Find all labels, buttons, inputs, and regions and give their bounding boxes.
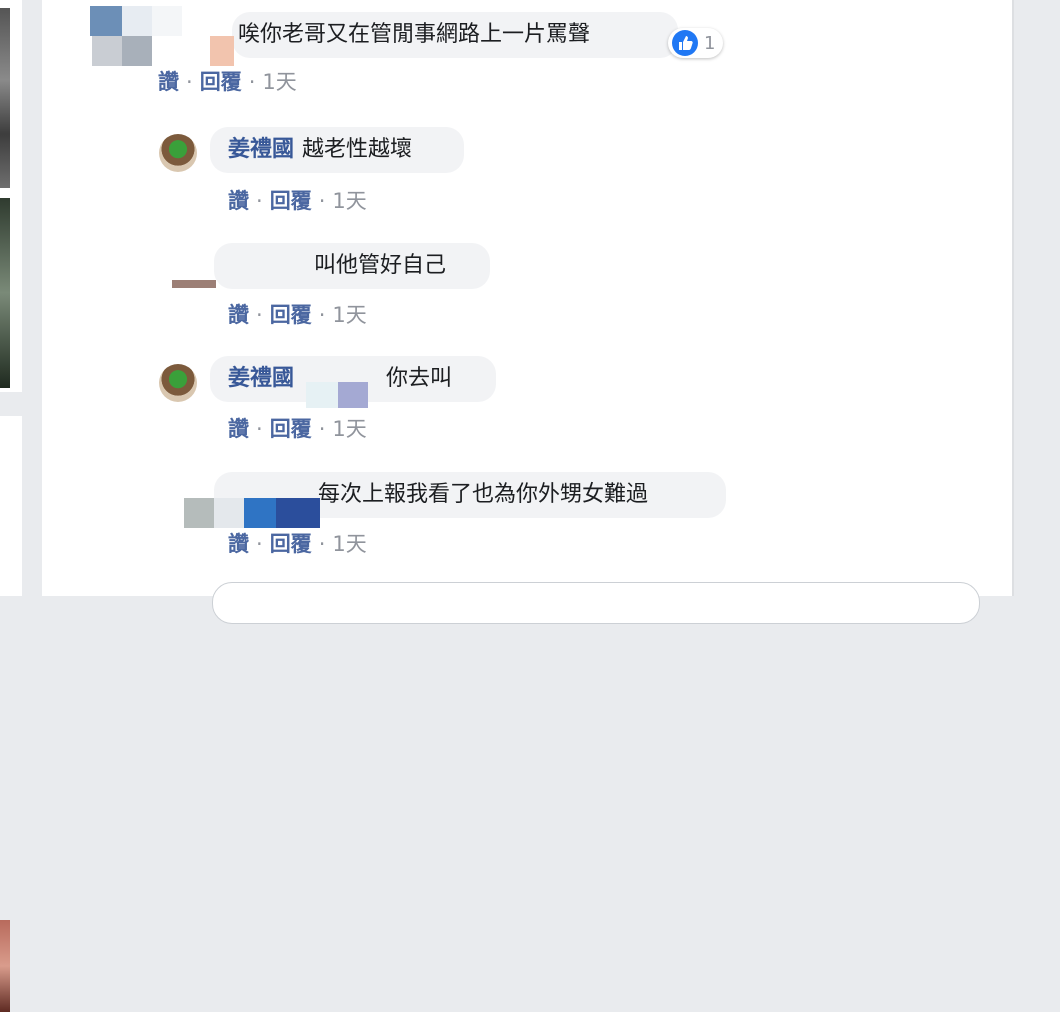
timestamp[interactable]: 1天 (332, 303, 366, 327)
reply-input[interactable] (212, 582, 980, 624)
right-gutter (1012, 0, 1060, 596)
separator: · (318, 189, 326, 213)
separator: · (256, 417, 263, 441)
separator: · (256, 532, 263, 556)
avatar-blurred (184, 498, 214, 528)
timestamp[interactable]: 1天 (332, 417, 366, 441)
separator: · (318, 303, 326, 327)
comment-text: 越老性越壞 (302, 137, 413, 162)
avatar[interactable] (159, 134, 197, 172)
comment-text: 叫他管好自己 (314, 253, 447, 278)
reaction-badge[interactable]: 1 (668, 28, 724, 58)
like-link[interactable]: 讚 (228, 189, 249, 213)
comment-text: 你去叫 (386, 366, 453, 391)
comment-actions: 讚 · 回覆 · 1天 (228, 299, 367, 329)
avatar[interactable] (159, 364, 197, 402)
mention-blurred (306, 382, 338, 408)
reply-link[interactable]: 回覆 (200, 70, 242, 94)
comment-author[interactable]: 姜禮國 (228, 137, 294, 162)
avatar-blurred (210, 36, 234, 66)
comment-text: 唉你老哥又在管閒事網路上一片罵聲 (238, 22, 591, 47)
reply-link[interactable]: 回覆 (270, 303, 312, 327)
comment-actions: 讚 · 回覆 · 1天 (228, 413, 367, 443)
avatar-blurred (244, 498, 276, 528)
avatar-blurred (122, 36, 152, 66)
like-icon (672, 30, 698, 56)
comment-actions: 讚 · 回覆 · 1天 (228, 528, 367, 558)
left-card (0, 0, 22, 392)
avatar-blurred (152, 6, 182, 36)
reply-link[interactable]: 回覆 (270, 532, 312, 556)
side-photo (0, 920, 10, 1012)
like-link[interactable]: 讚 (228, 417, 249, 441)
separator: · (256, 303, 263, 327)
comment-bubble: 叫他管好自己 (214, 243, 490, 289)
separator: · (248, 70, 256, 94)
comment-author[interactable]: 姜禮國 (228, 366, 294, 391)
separator: · (256, 189, 263, 213)
like-link[interactable]: 讚 (158, 70, 179, 94)
side-photo (0, 8, 10, 188)
timestamp[interactable]: 1天 (332, 532, 366, 556)
avatar-blurred (214, 498, 244, 528)
comment-actions: 讚 · 回覆 · 1天 (158, 66, 297, 96)
comment-actions: 讚 · 回覆 · 1天 (228, 185, 367, 215)
timestamp[interactable]: 1天 (262, 70, 296, 94)
comment-text: 每次上報我看了也為你外甥女難過 (318, 482, 649, 507)
separator: · (318, 417, 326, 441)
like-link[interactable]: 讚 (228, 303, 249, 327)
avatar-blurred (90, 6, 122, 36)
like-link[interactable]: 讚 (228, 532, 249, 556)
comment-bubble: 唉你老哥又在管閒事網路上一片罵聲 (232, 12, 678, 58)
side-photo (0, 198, 10, 388)
reaction-count: 1 (704, 32, 716, 54)
avatar-blurred (122, 6, 152, 36)
reply-link[interactable]: 回覆 (270, 189, 312, 213)
avatar-blurred (276, 498, 320, 528)
left-strip (0, 0, 42, 1012)
left-card (0, 416, 22, 1012)
comment-bubble: 姜禮國 越老性越壞 (210, 127, 464, 173)
mention-blurred (338, 382, 368, 408)
reply-link[interactable]: 回覆 (270, 417, 312, 441)
separator: · (318, 532, 326, 556)
avatar-blurred (92, 36, 122, 66)
avatar-blurred (172, 280, 216, 288)
separator: · (186, 70, 193, 94)
timestamp[interactable]: 1天 (332, 189, 366, 213)
